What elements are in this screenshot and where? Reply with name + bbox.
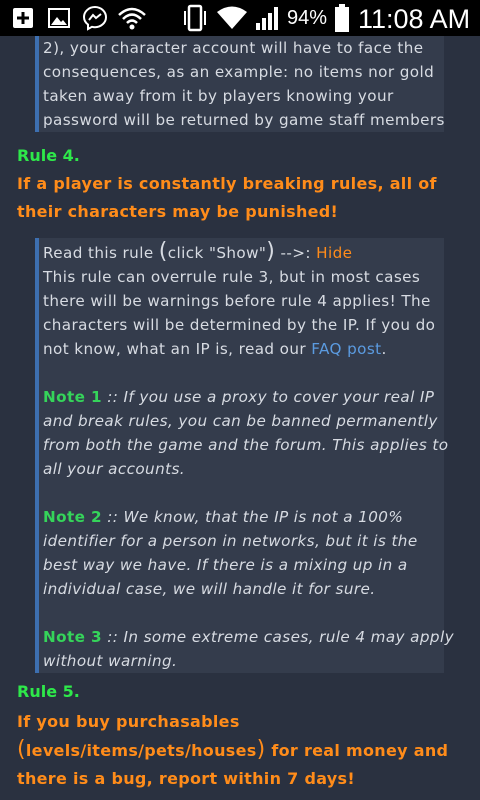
spoiler-header-text: Read this rule [43, 244, 159, 262]
note-2-line: Note 2 :: We know, that the IP is not a … [43, 505, 444, 529]
spoiler-body-text: . [381, 340, 387, 358]
note-separator: :: [101, 508, 124, 526]
faq-post-link[interactable]: FAQ post [311, 340, 381, 358]
add-box-icon [8, 0, 38, 36]
spoiler-block: Read this rule (click "Show") -->: Hide … [35, 238, 454, 673]
battery-percent: 94% [287, 7, 328, 29]
note-2-line: best way we have. If there is a mixing u… [43, 556, 408, 574]
note-separator: :: [101, 388, 124, 406]
note-3-text: In some extreme cases, rule 4 may apply [123, 628, 454, 646]
spoiler-body-line: characters will be determined by the IP.… [43, 316, 436, 334]
status-bar: 94% 11:08 AM [0, 0, 480, 36]
rule-5-text-part: for real money and [265, 741, 449, 760]
note-1-line: Note 1 :: If you use a proxy to cover yo… [43, 385, 444, 409]
rule-5-text-line: (levels/items/pets/houses) for real mone… [17, 736, 467, 765]
rule-5-text: If you buy purchasables (levels/items/pe… [17, 708, 467, 793]
quote-line: taken away from it by players knowing yo… [43, 87, 394, 105]
rule-5-text-line: If you buy purchasables [17, 712, 240, 731]
forum-post-content: 2), your character account will have to … [0, 36, 480, 800]
rule-4-title: Rule 4. [17, 146, 80, 165]
battery-icon [332, 0, 352, 36]
rule-4-text-line: If a player is constantly breaking rules… [17, 174, 437, 193]
rule-4-text-line: their characters may be punished! [17, 202, 339, 221]
spoiler-body-text: not know, what an IP is, read our [43, 340, 312, 358]
spoiler-body-line: not know, what an IP is, read our FAQ po… [43, 337, 444, 361]
wifi-hotspot-icon [114, 0, 150, 36]
rule-5-title: Rule 5. [17, 682, 80, 701]
note-3-label: Note 3 [43, 628, 102, 646]
hide-link[interactable]: Hide [316, 244, 352, 262]
spoiler-header-text: -->: [275, 244, 317, 262]
quote-line: 2), your character account will have to … [43, 39, 424, 57]
note-separator: :: [101, 628, 124, 646]
paren: ) [266, 239, 276, 264]
note-1-line: and break rules, you can be banned perma… [43, 412, 438, 430]
spoiler-header: Read this rule (click "Show") -->: Hide [43, 240, 444, 265]
paren: ( [17, 737, 26, 762]
note-1-line: all your accounts. [43, 460, 185, 478]
spoiler-body-line: there will be warnings before rule 4 app… [43, 292, 431, 310]
rule-5-text-line: there is a bug, report within 7 days! [17, 769, 355, 788]
wifi-icon [214, 0, 250, 36]
note-2-line: identifier for a person in networks, but… [43, 532, 418, 550]
note-1-text: If you use a proxy to cover your real IP [123, 388, 435, 406]
quote-line: consequences, as an example: no items no… [43, 63, 435, 81]
note-2-label: Note 2 [43, 508, 102, 526]
note-1-line: from both the game and the forum. This a… [43, 436, 449, 454]
signal-icon [252, 0, 284, 36]
note-2-text: We know, that the IP is not a 100% [123, 508, 404, 526]
spoiler-body-line: This rule can overrule rule 3, but in mo… [43, 268, 421, 286]
rule-5-text-part: levels/items/pets/houses [25, 741, 257, 760]
image-icon [44, 0, 74, 36]
paren: ( [158, 239, 168, 264]
spoiler-header-text: click "Show" [167, 244, 267, 262]
rule-4-text: If a player is constantly breaking rules… [17, 170, 467, 226]
phone-vibrate-icon [178, 0, 212, 36]
quote-block: 2), your character account will have to … [35, 36, 444, 132]
note-3-line: Note 3 :: In some extreme cases, rule 4 … [43, 625, 454, 649]
note-3-line: without warning. [43, 652, 178, 670]
quote-line: password will be returned by game staff … [43, 111, 445, 129]
clock: 11:08 AM [358, 4, 471, 34]
note-2-line: individual case, we will handle it for s… [43, 580, 376, 598]
note-1-label: Note 1 [43, 388, 102, 406]
messenger-icon [80, 0, 110, 36]
